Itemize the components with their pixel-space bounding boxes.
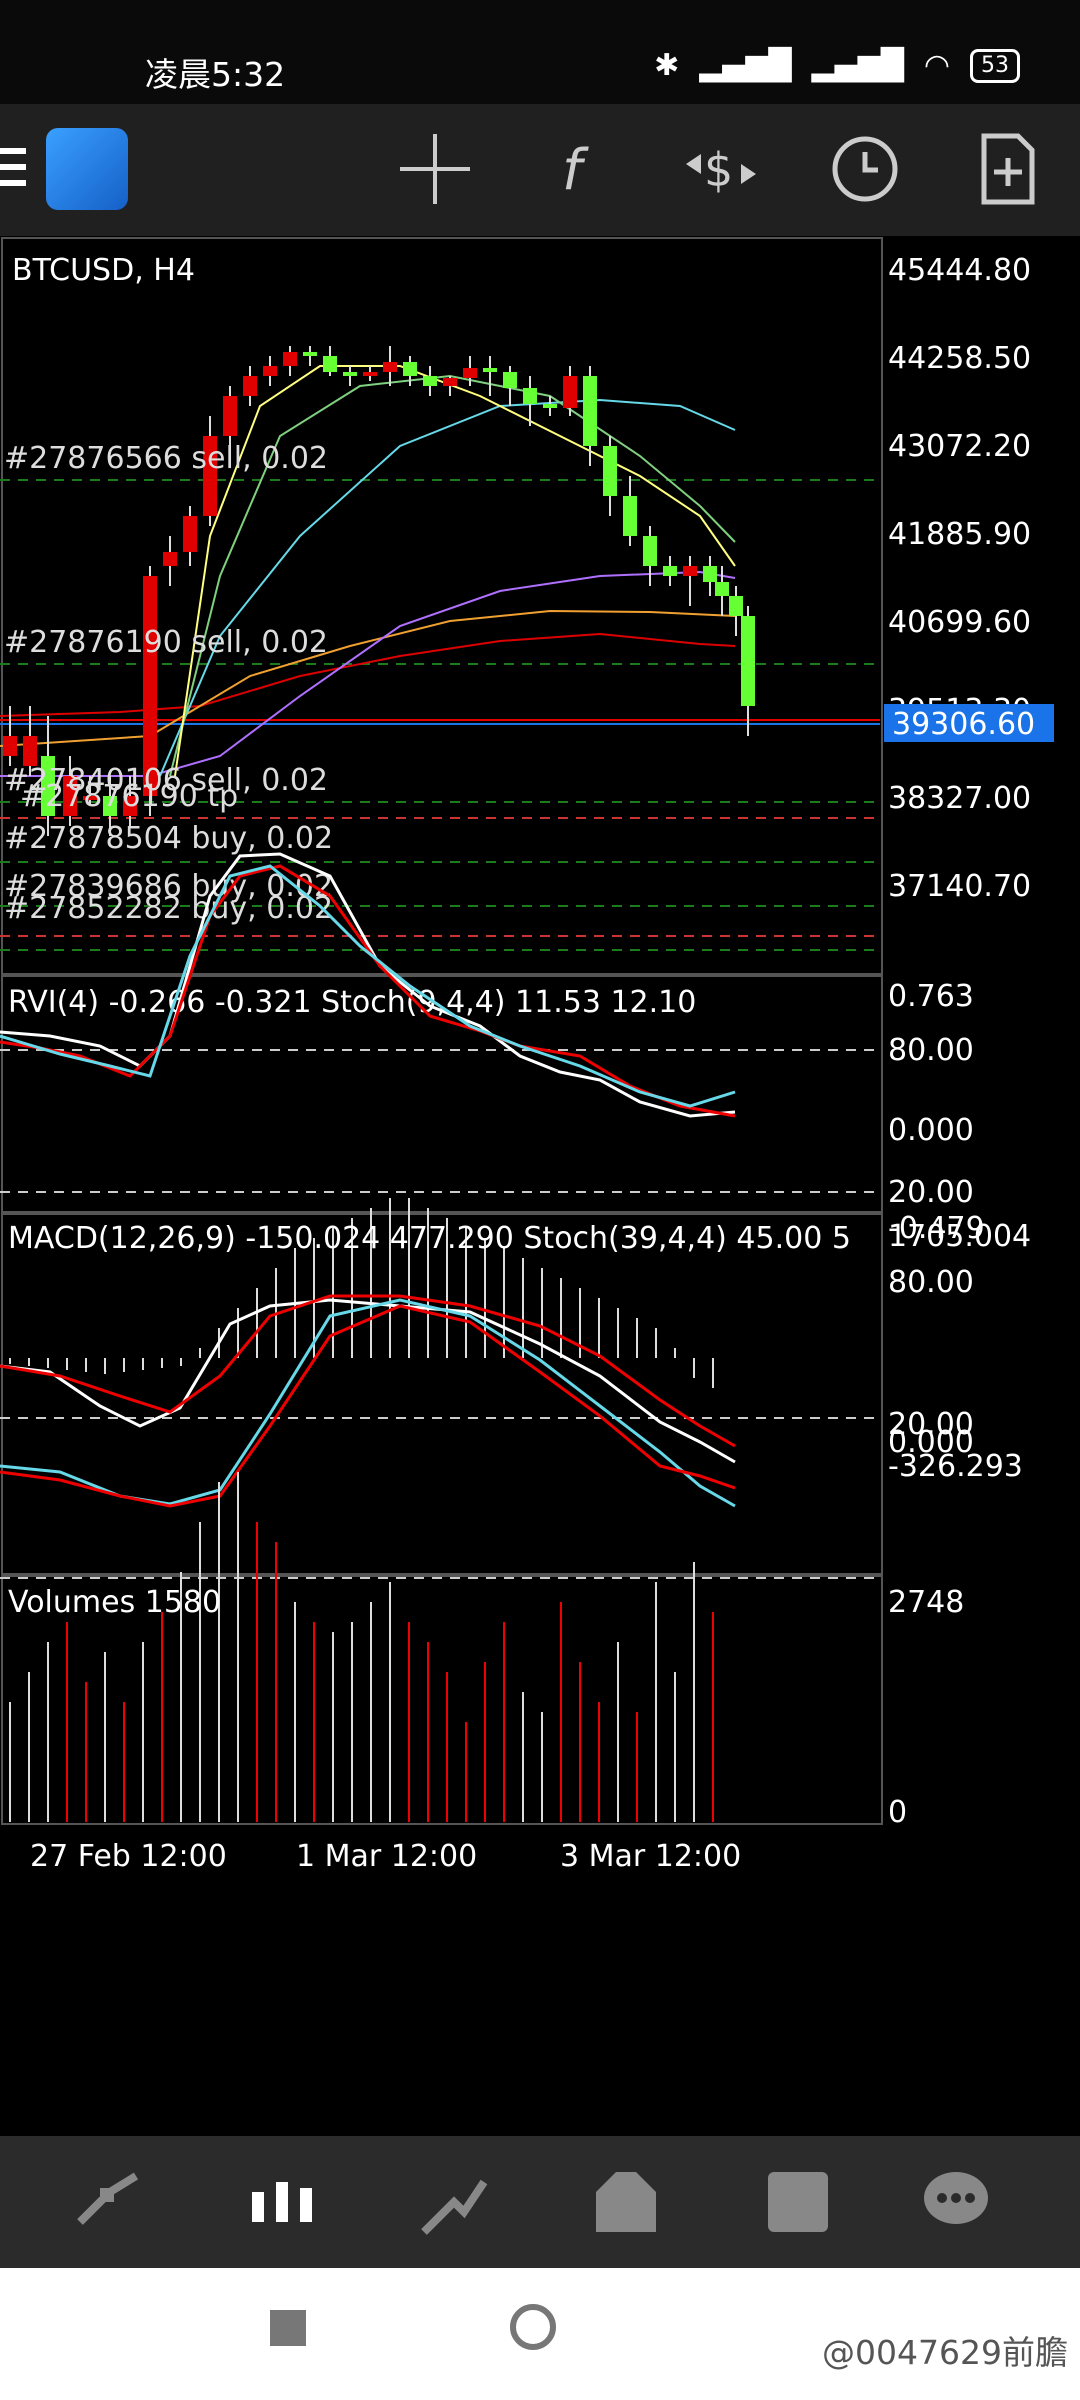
- candle-body: [243, 376, 257, 396]
- watermark: @0047629前膽: [822, 2333, 1068, 2372]
- candle-body: [583, 376, 597, 446]
- candle-body: [563, 376, 577, 408]
- battery-icon: 53: [970, 48, 1020, 83]
- axis-label: 0: [888, 1795, 907, 1830]
- candle-body: [663, 566, 677, 576]
- crosshair-icon[interactable]: [390, 124, 480, 214]
- axis-label: 1705.004: [888, 1219, 1031, 1254]
- signal-icon: ▂▄▆█: [699, 48, 792, 83]
- trade-icon[interactable]: [414, 2162, 494, 2242]
- candle-body: [343, 372, 357, 376]
- price-axis: 45444.80 44258.50 43072.20 41885.90 4069…: [884, 253, 1054, 904]
- axis-label: 20.00: [888, 1175, 974, 1210]
- volume-bars: [9, 1472, 714, 1822]
- candle-body: [483, 368, 497, 372]
- candle-body: [163, 552, 177, 566]
- quotes-icon[interactable]: [70, 2162, 150, 2242]
- candle-body: [703, 566, 717, 582]
- candle-body: [603, 446, 617, 496]
- clock-icon[interactable]: [820, 124, 910, 214]
- candle-body: [729, 596, 743, 616]
- candle-body: [543, 404, 557, 408]
- price-label: 41885.90: [888, 517, 1031, 552]
- macd-axis: 1705.004 80.00 20.00 0.000 -326.293: [888, 1219, 1031, 1484]
- axis-label: 0.000: [888, 1113, 974, 1148]
- order-label[interactable]: #27876566 sell, 0.02: [4, 441, 328, 476]
- macd-label: MACD(12,26,9) -150.024 477.290 Stoch(39,…: [8, 1221, 851, 1256]
- bottom-nav: [0, 2136, 1080, 2268]
- candle-body: [503, 372, 517, 388]
- price-label: 37140.70: [888, 869, 1031, 904]
- app-logo-icon[interactable]: [46, 128, 128, 210]
- chart-svg[interactable]: 45444.80 44258.50 43072.20 41885.90 4069…: [0, 236, 1080, 2136]
- candle-body: [363, 372, 377, 376]
- candle-body: [683, 566, 697, 576]
- history-icon[interactable]: [586, 2162, 666, 2242]
- svg-text:$: $: [704, 143, 733, 197]
- candle-body: [283, 352, 297, 366]
- time-label: 3 Mar 12:00: [560, 1839, 741, 1874]
- candle-body: [223, 396, 237, 436]
- main-panel-frame: [1, 237, 883, 975]
- price-label: 38327.00: [888, 781, 1031, 816]
- rvi-label: RVI(4) -0.266 -0.321 Stoch(9,4,4) 11.53 …: [8, 985, 696, 1020]
- function-icon[interactable]: f: [532, 124, 622, 214]
- dollar-arrows-icon[interactable]: $: [676, 124, 766, 214]
- volumes-label: Volumes 1580: [8, 1585, 221, 1620]
- price-label: 43072.20: [888, 429, 1031, 464]
- chart-area[interactable]: 45444.80 44258.50 43072.20 41885.90 4069…: [0, 236, 1080, 2136]
- axis-label: 80.00: [888, 1265, 974, 1300]
- candle-body: [423, 376, 437, 386]
- axis-label: 2748: [888, 1585, 964, 1620]
- candle-body: [3, 736, 17, 756]
- axis-label: 0.763: [888, 979, 974, 1014]
- rvi-axis: 0.763 80.00 0.000 20.00 -0.479: [888, 979, 985, 1246]
- bluetooth-icon: ✱: [654, 48, 680, 83]
- current-price: 39306.60: [892, 707, 1035, 742]
- candle-body: [623, 496, 637, 536]
- order-label[interactable]: #27878504 buy, 0.02: [4, 821, 333, 856]
- system-nav: @0047629前膽: [0, 2268, 1080, 2400]
- status-icons: ✱ ▂▄▆█ ▂▄▆█ ◠ 53: [654, 48, 1020, 83]
- candle-body: [383, 362, 397, 372]
- candle-body: [23, 736, 37, 766]
- axis-label: -326.293: [888, 1449, 1023, 1484]
- svg-text:f: f: [562, 138, 589, 203]
- axis-label: 80.00: [888, 1033, 974, 1068]
- wifi-icon: ◠: [923, 48, 950, 83]
- price-label: 40699.60: [888, 605, 1031, 640]
- news-icon[interactable]: [758, 2162, 838, 2242]
- candle-body: [263, 366, 277, 376]
- chart-icon[interactable]: [242, 2162, 322, 2242]
- status-bar: 凌晨5:32 ✱ ▂▄▆█ ▂▄▆█ ◠ 53: [0, 0, 1080, 104]
- candle-body: [403, 362, 417, 376]
- order-label[interactable]: #27876190 tp: [20, 779, 238, 814]
- candle-body: [463, 368, 477, 378]
- symbol-label: BTCUSD, H4: [12, 253, 195, 288]
- candle-body: [741, 616, 755, 706]
- macd-panel-frame: [1, 1213, 883, 1575]
- candle-body: [443, 378, 457, 386]
- chat-icon[interactable]: [916, 2162, 996, 2242]
- status-time: 凌晨5:32: [145, 55, 286, 94]
- candle-body: [523, 388, 537, 404]
- order-label[interactable]: #27852282 buy, 0.02: [4, 891, 333, 926]
- price-label: 45444.80: [888, 253, 1031, 288]
- price-label: 44258.50: [888, 341, 1031, 376]
- time-label: 1 Mar 12:00: [296, 1839, 477, 1874]
- home-button[interactable]: [510, 2304, 556, 2350]
- time-label: 27 Feb 12:00: [30, 1839, 227, 1874]
- candle-body: [715, 582, 729, 596]
- recent-apps-button[interactable]: [270, 2310, 306, 2346]
- menu-icon[interactable]: [0, 148, 26, 188]
- candle-body: [323, 356, 337, 372]
- chart-toolbar: f $: [0, 104, 1080, 236]
- signal-icon-2: ▂▄▆█: [811, 48, 904, 83]
- candle-body: [183, 516, 197, 552]
- document-plus-icon[interactable]: [962, 124, 1052, 214]
- candle-body: [303, 352, 317, 356]
- candle-body: [643, 536, 657, 566]
- order-label[interactable]: #27876190 sell, 0.02: [4, 625, 328, 660]
